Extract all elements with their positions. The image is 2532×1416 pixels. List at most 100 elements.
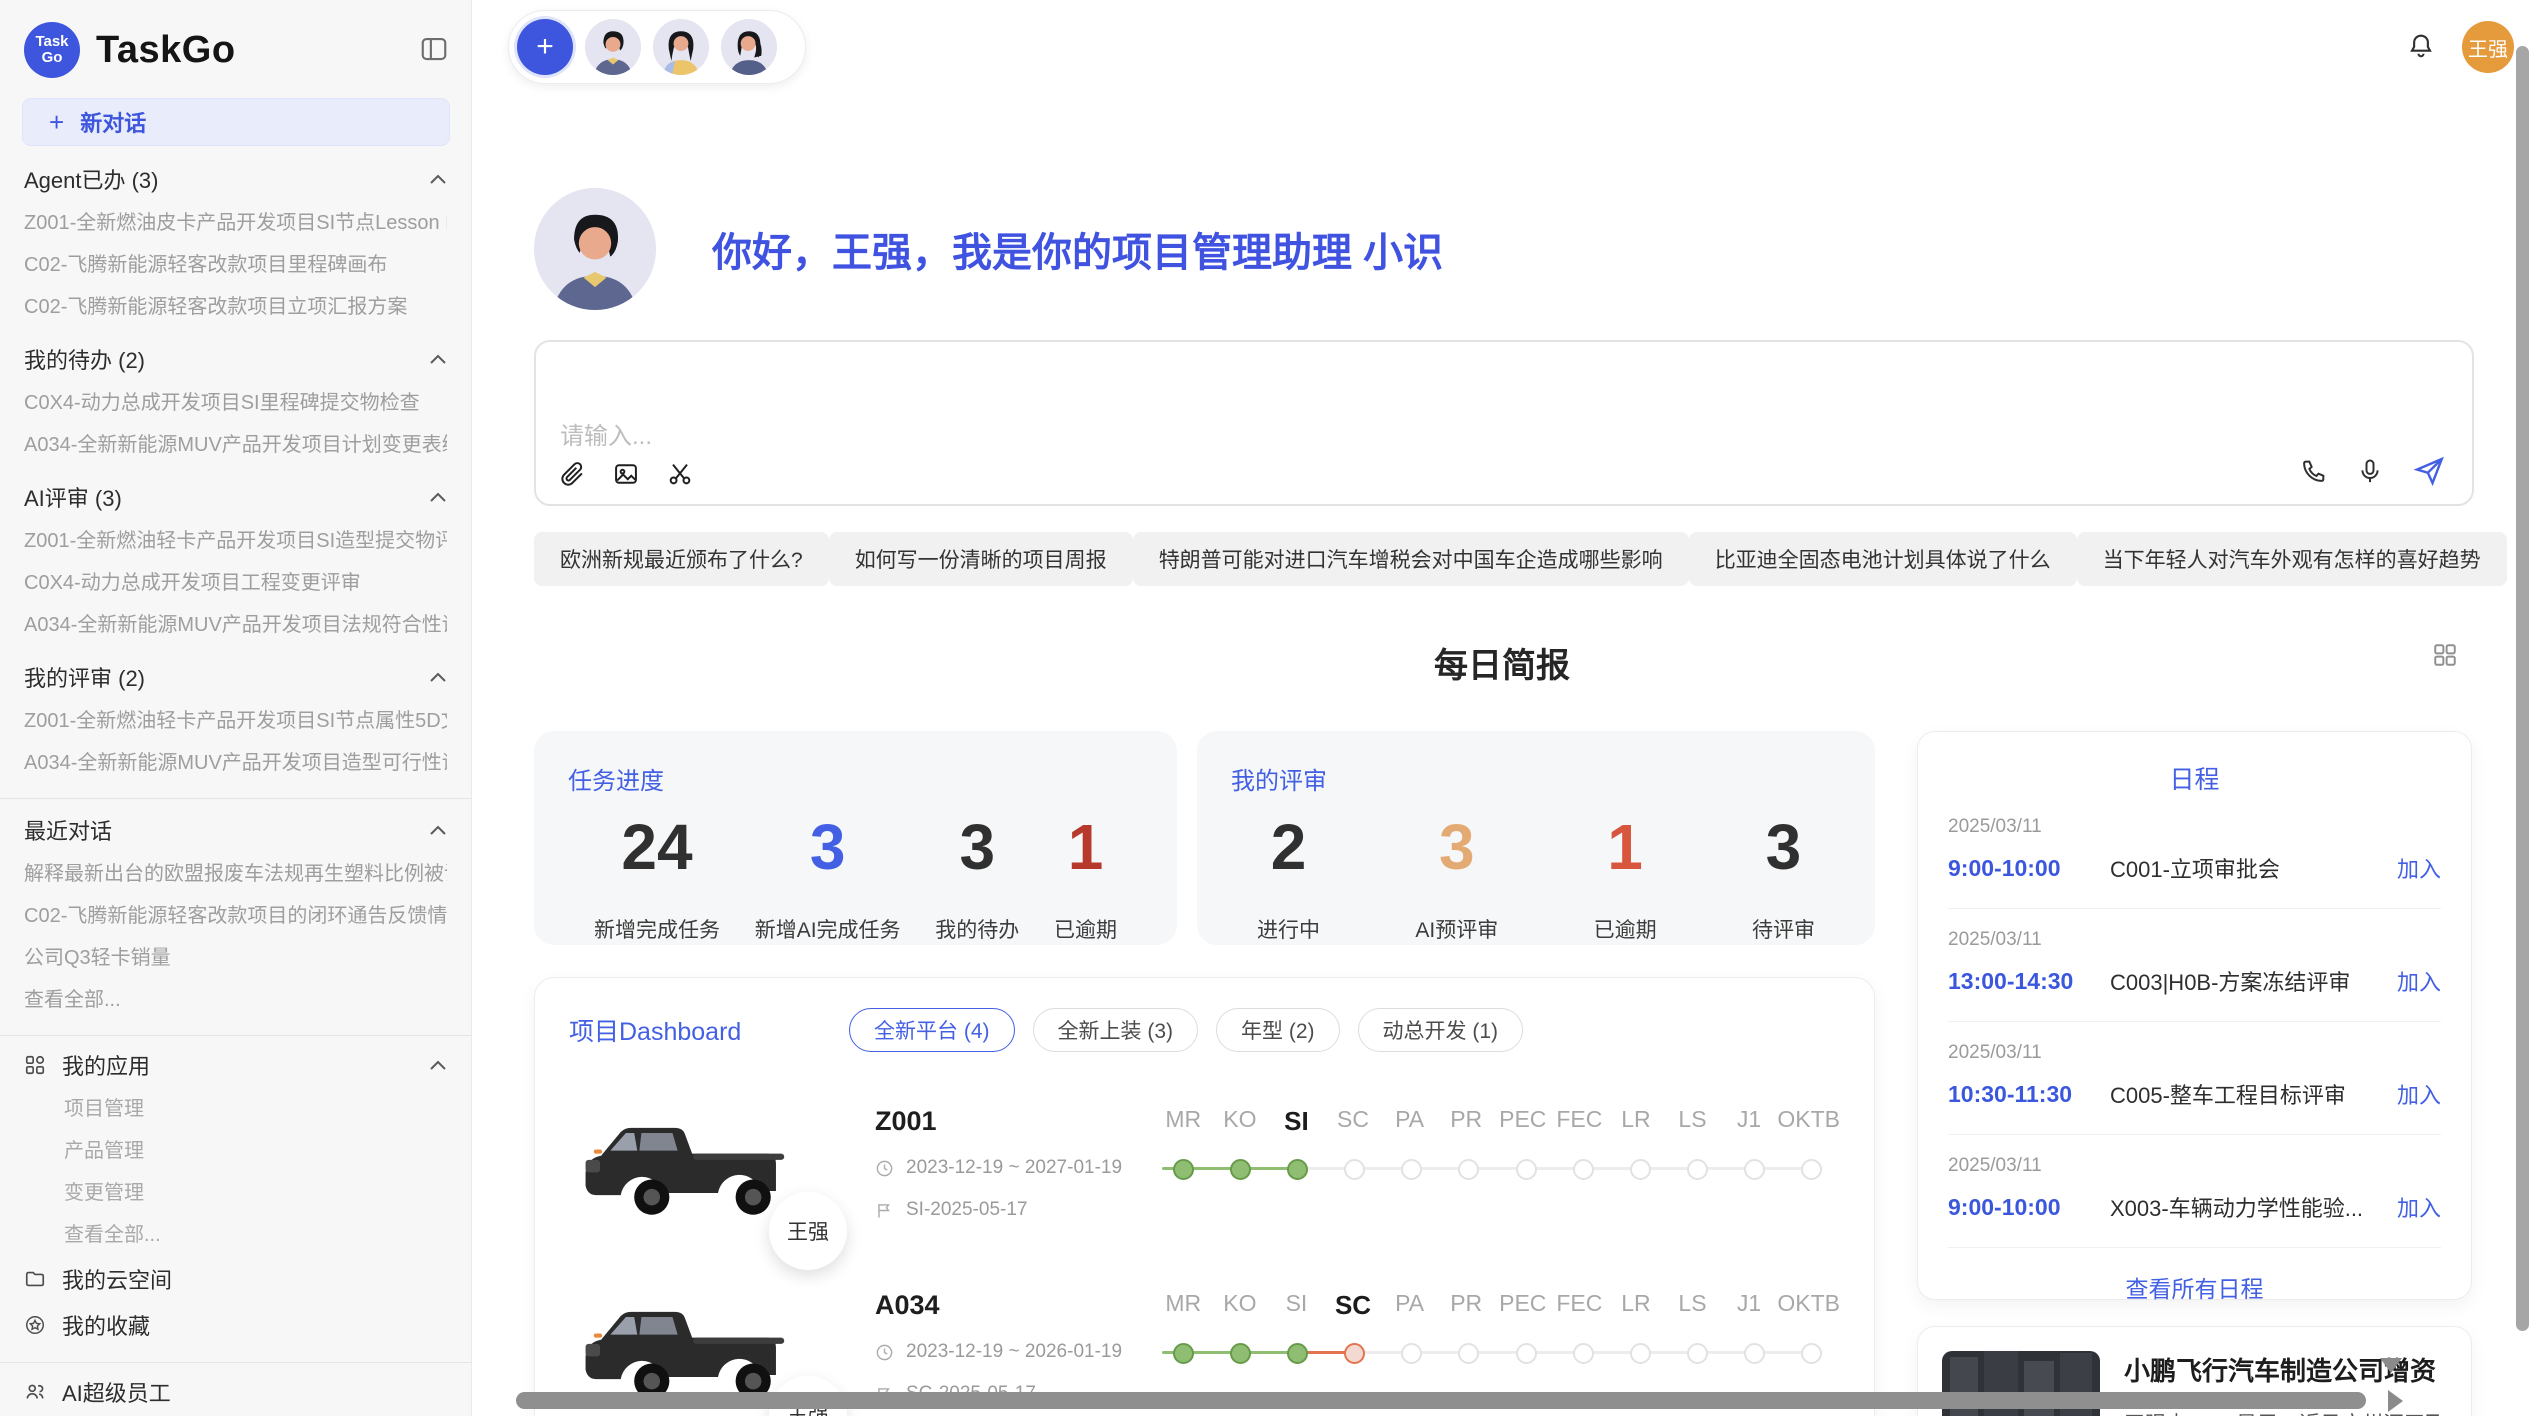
milestone-dot-si (1287, 1159, 1308, 1180)
layout-grid-icon[interactable] (2432, 642, 2458, 673)
join-link[interactable]: 加入 (2397, 1191, 2441, 1223)
new-chat-button[interactable]: + 新对话 (22, 98, 450, 146)
new-chat-label: 新对话 (80, 106, 146, 138)
paperclip-icon[interactable] (558, 460, 586, 488)
recent-chat-item[interactable]: 解释最新出台的欧盟报废车法规再生塑料比例被调至15%... (24, 853, 447, 895)
milestone-label-fec: FEC (1551, 1290, 1608, 1321)
sidebar-item[interactable]: Z001-全新燃油轻卡产品开发项目SI造型提交物评审 (24, 520, 447, 562)
sidebar-section-header-recent[interactable]: 最近对话 (24, 807, 447, 853)
agent-switcher: + (508, 10, 806, 84)
recent-view-all[interactable]: 查看全部... (24, 979, 447, 1021)
join-link[interactable]: 加入 (2397, 852, 2441, 884)
sidebar-section-agent-done: Agent已办 (3) Z001-全新燃油皮卡产品开发项目SI节点Lesson … (0, 156, 471, 328)
sidebar-item-cloud-space[interactable]: 我的云空间 (0, 1256, 471, 1302)
agent-avatar-1[interactable] (585, 19, 641, 75)
join-link[interactable]: 加入 (2397, 965, 2441, 997)
metric: 3 AI预评审 (1415, 810, 1498, 944)
project-code: A034 (875, 1290, 1149, 1321)
metric-value: 3 (935, 810, 1019, 884)
add-agent-button[interactable]: + (517, 19, 573, 75)
metric: 1 已逾期 (1054, 810, 1117, 944)
sidebar-section-header-my-review[interactable]: 我的评审 (2) (24, 654, 447, 700)
milestone-label-lr: LR (1608, 1106, 1665, 1137)
milestone-dot-lr (1630, 1343, 1651, 1364)
sidebar-item[interactable]: A034-全新新能源MUV产品开发项目法规符合性评审 (24, 604, 447, 646)
metric-value: 3 (1415, 810, 1498, 884)
scroll-right-arrow[interactable] (2388, 1390, 2403, 1412)
scroll-down-arrow[interactable] (2380, 1358, 2402, 1373)
suggestion-chip[interactable]: 比亚迪全固态电池计划具体说了什么 (1689, 532, 2077, 586)
suggestion-chip[interactable]: 特朗普可能对进口汽车增税会对中国车企造成哪些影响 (1133, 532, 1689, 586)
milestone-dot-pa (1401, 1343, 1422, 1364)
stat-card-title: 我的评审 (1231, 761, 1841, 796)
phone-icon[interactable] (2300, 457, 2328, 485)
project-info: A034 2023-12-19 ~ 2026-01-19 SC-2025-05-… (829, 1290, 1149, 1405)
sidebar-section-header-ai-review[interactable]: AI评审 (3) (24, 474, 447, 520)
bell-icon[interactable] (2406, 30, 2436, 65)
suggestion-chip[interactable]: 当下年轻人对汽车外观有怎样的喜好趋势 (2077, 532, 2507, 586)
sidebar-item[interactable]: C0X4-动力总成开发项目工程变更评审 (24, 562, 447, 604)
agent-avatar-3[interactable] (721, 19, 777, 75)
sidebar-item[interactable]: A034-全新新能源MUV产品开发项目计划变更表编写 (24, 424, 447, 466)
sidebar-item[interactable]: Z001-全新燃油皮卡产品开发项目SI节点Lesson Learn报告 (24, 202, 447, 244)
tab-all-new-platform[interactable]: 全新平台 (4) (849, 1008, 1015, 1052)
cloud-space-label: 我的云空间 (62, 1263, 172, 1295)
milestone-dot-j1 (1744, 1343, 1765, 1364)
dashboard-tabs: 全新平台 (4) 全新上装 (3) 年型 (2) 动总开发 (1) (849, 1008, 1523, 1052)
milestone-label-j1: J1 (1721, 1290, 1778, 1321)
image-icon[interactable] (612, 460, 640, 488)
suggestion-chip[interactable]: 如何写一份清晰的项目周报 (829, 532, 1133, 586)
vertical-scrollbar[interactable] (2516, 46, 2529, 1331)
microphone-icon[interactable] (2356, 457, 2384, 485)
sidebar-section-header-agent-done[interactable]: Agent已办 (3) (24, 156, 447, 202)
sidebar-item-my-apps[interactable]: 我的应用 (0, 1042, 471, 1088)
user-avatar[interactable]: 王强 (2462, 21, 2514, 73)
milestone-dot-lr (1630, 1159, 1651, 1180)
agent-avatar-2[interactable] (653, 19, 709, 75)
folder-icon (24, 1268, 46, 1290)
sidebar-section-header-my-todo[interactable]: 我的待办 (2) (24, 336, 447, 382)
view-all-schedule-link[interactable]: 查看所有日程 (1948, 1248, 2441, 1304)
milestone-label-j1: J1 (1721, 1106, 1778, 1137)
horizontal-scrollbar[interactable] (516, 1392, 2366, 1409)
chat-input-box[interactable]: 请输入... (534, 340, 2474, 506)
sidebar-collapse-button[interactable] (419, 34, 449, 67)
sidebar-item[interactable]: C02-飞腾新能源轻客改款项目立项汇报方案 (24, 286, 447, 328)
send-icon[interactable] (2412, 454, 2446, 488)
recent-chat-item[interactable]: C02-飞腾新能源轻客改款项目的闭环通告反馈情况 (24, 895, 447, 937)
sidebar-section-ai-review: AI评审 (3) Z001-全新燃油轻卡产品开发项目SI造型提交物评审 C0X4… (0, 474, 471, 646)
app-window: Task Go TaskGo + 新对话 Agent已办 (3) Z001-全新… (0, 0, 2532, 1416)
tab-year-model[interactable]: 年型 (2) (1216, 1008, 1340, 1052)
milestone-label-ko: KO (1212, 1106, 1269, 1137)
sidebar-item[interactable]: C02-飞腾新能源轻客改款项目里程碑画布 (24, 244, 447, 286)
app-link-product-mgmt[interactable]: 产品管理 (0, 1130, 471, 1172)
my-apps-label: 我的应用 (62, 1049, 150, 1081)
sidebar-item-favorites[interactable]: 我的收藏 (0, 1302, 471, 1348)
scissors-icon[interactable] (666, 460, 694, 488)
milestone-label-pr: PR (1438, 1290, 1495, 1321)
milestone-label-pec: PEC (1494, 1106, 1551, 1137)
sidebar-item[interactable]: Z001-全新燃油轻卡产品开发项目SI节点属性5D文件评审 (24, 700, 447, 742)
recent-chat-item[interactable]: 公司Q3轻卡销量 (24, 937, 447, 979)
chevron-up-icon (429, 1060, 447, 1071)
chevron-up-icon (429, 672, 447, 683)
sidebar-item[interactable]: C0X4-动力总成开发项目SI里程碑提交物检查 (24, 382, 447, 424)
milestone-label-pr: PR (1438, 1106, 1495, 1137)
metric-label: 进行中 (1257, 914, 1320, 944)
suggestion-chip[interactable]: 欧洲新规最近颁布了什么? (534, 532, 829, 586)
topbar-right: 王强 (2406, 21, 2514, 73)
sidebar-section-recent: 最近对话 解释最新出台的欧盟报废车法规再生塑料比例被调至15%... C02-飞… (0, 807, 471, 1021)
tab-powertrain-dev[interactable]: 动总开发 (1) (1358, 1008, 1524, 1052)
sidebar-item[interactable]: A034-全新新能源MUV产品开发项目造型可行性评审 (24, 742, 447, 784)
project-owner-badge: 王强 (769, 1192, 847, 1270)
join-link[interactable]: 加入 (2397, 1078, 2441, 1110)
clock-icon (875, 1343, 894, 1362)
sidebar-item-ai-super-staff[interactable]: AI超级员工 (0, 1369, 471, 1415)
project-row[interactable]: 王强 Z001 2023-12-19 ~ 2027-01-19 SI-2025-… (569, 1106, 1840, 1226)
app-link-change-mgmt[interactable]: 变更管理 (0, 1172, 471, 1214)
app-link-view-all[interactable]: 查看全部... (0, 1214, 471, 1256)
app-link-project-mgmt[interactable]: 项目管理 (0, 1088, 471, 1130)
tab-all-new-body[interactable]: 全新上装 (3) (1033, 1008, 1199, 1052)
schedule-time: 13:00-14:30 (1948, 968, 2110, 995)
milestone-label-lr: LR (1608, 1290, 1665, 1321)
